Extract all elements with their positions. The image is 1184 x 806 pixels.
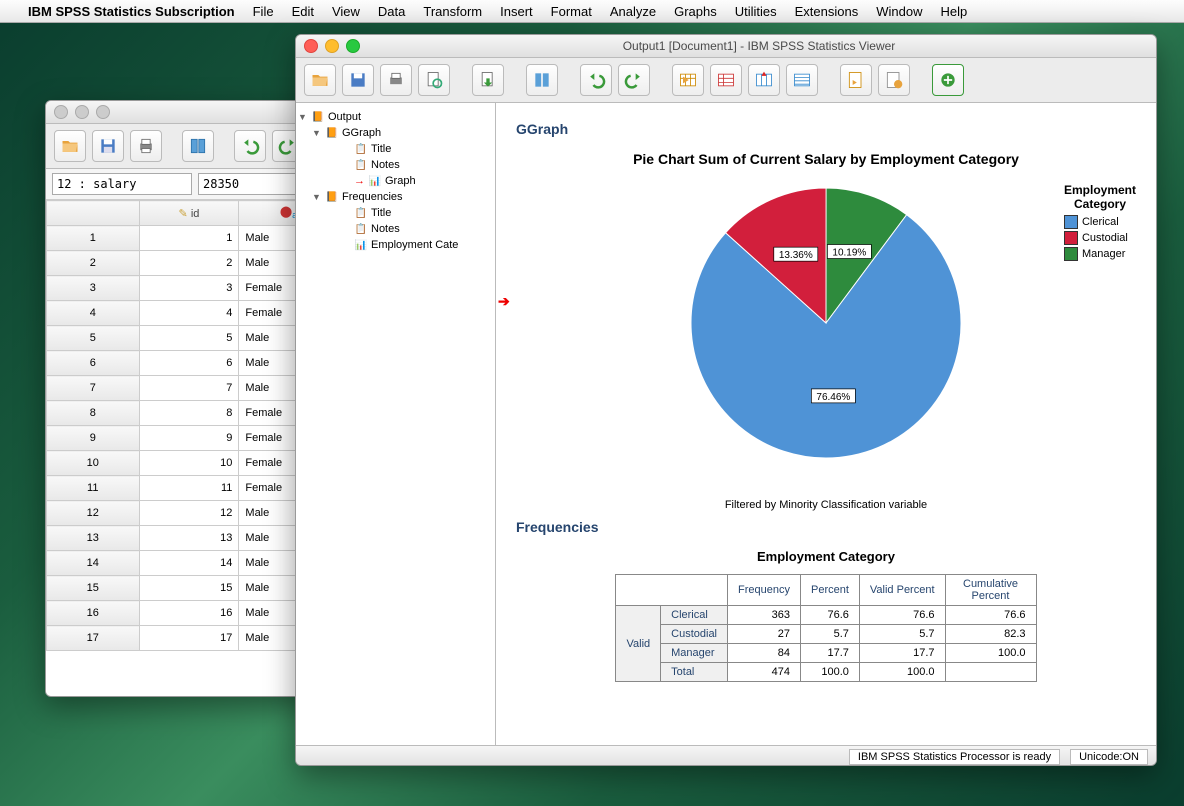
print-preview-button[interactable] [418,64,450,96]
save-button[interactable] [92,130,124,162]
menu-analyze[interactable]: Analyze [610,4,656,19]
export-button[interactable] [472,64,504,96]
table-row[interactable]: ValidClerical36376.676.676.6 [616,606,1036,625]
col-id: ✎ id [139,201,239,226]
arrow-icon: → [354,175,365,187]
menu-insert[interactable]: Insert [500,4,533,19]
legend-title: Employment Category [1064,183,1136,211]
menu-utilities[interactable]: Utilities [735,4,777,19]
goto-case-button[interactable] [710,64,742,96]
close-icon[interactable] [54,105,68,119]
pie-chart[interactable]: 10.19% 76.46% 13.36% Employment Category C… [516,173,1136,493]
menu-graphs[interactable]: Graphs [674,4,717,19]
svg-text:13.36%: 13.36% [779,250,813,261]
chart-legend: Employment Category Clerical Custodial Man… [1064,183,1136,263]
viewer-titlebar[interactable]: Output1 [Document1] - IBM SPSS Statistic… [296,35,1156,58]
current-item-arrow-icon: ➔ [498,293,510,310]
menu-file[interactable]: File [253,4,274,19]
goto-variable-button[interactable] [748,64,780,96]
svg-text:10.19%: 10.19% [832,248,866,259]
zoom-icon[interactable] [346,39,360,53]
menu-extensions[interactable]: Extensions [795,4,859,19]
app-name[interactable]: IBM SPSS Statistics Subscription [28,4,235,19]
output-canvas[interactable]: ➔ GGraph Pie Chart Sum of Current Salary… [496,103,1156,745]
output-icon: 📙 [311,110,325,124]
undo-button[interactable] [580,64,612,96]
book-icon: 📙 [325,126,339,140]
svg-text:76.46%: 76.46% [816,392,850,403]
goto-data-button[interactable] [672,64,704,96]
notes-icon: 📋 [354,158,368,172]
menu-window[interactable]: Window [876,4,922,19]
frequency-table[interactable]: Frequency Percent Valid Percent Cumulati… [615,574,1036,682]
macos-menubar: IBM SPSS Statistics Subscription File Ed… [0,0,1184,23]
notes-icon: 📋 [354,222,368,236]
add-button[interactable] [932,64,964,96]
menu-data[interactable]: Data [378,4,405,19]
viewer-title: Output1 [Document1] - IBM SPSS Statistic… [370,39,1148,53]
chart-icon: 📊 [368,174,382,188]
viewer-toolbar [296,58,1156,103]
table-row-total[interactable]: Total474100.0100.0 [616,663,1036,682]
minimize-icon[interactable] [75,105,89,119]
freq-table-title: Employment Category [516,549,1136,564]
close-icon[interactable] [304,39,318,53]
print-button[interactable] [380,64,412,96]
variables-button[interactable] [786,64,818,96]
dialog-recall-button[interactable] [182,130,214,162]
legend-item: Custodial [1064,231,1136,245]
cell-name-input[interactable] [52,173,192,195]
title-icon: 📋 [354,206,368,220]
print-button[interactable] [130,130,162,162]
chart-title: Pie Chart Sum of Current Salary by Emplo… [516,151,1136,167]
select-last-button[interactable] [840,64,872,96]
section-heading-freq: Frequencies [516,519,1136,535]
dialog-recall-button[interactable] [526,64,558,96]
status-processor: IBM SPSS Statistics Processor is ready [849,749,1060,765]
menu-view[interactable]: View [332,4,360,19]
title-icon: 📋 [354,142,368,156]
undo-button[interactable] [234,130,266,162]
open-button[interactable] [304,64,336,96]
output-viewer-window: Output1 [Document1] - IBM SPSS Statistic… [295,34,1157,766]
book-icon: 📙 [325,190,339,204]
section-heading-graph: GGraph [516,121,1136,137]
designate-window-button[interactable] [878,64,910,96]
menu-edit[interactable]: Edit [292,4,314,19]
menu-transform[interactable]: Transform [423,4,482,19]
redo-button[interactable] [618,64,650,96]
viewer-statusbar: IBM SPSS Statistics Processor is ready U… [296,745,1156,766]
open-button[interactable] [54,130,86,162]
minimize-icon[interactable] [325,39,339,53]
table-row[interactable]: Manager8417.717.7100.0 [616,644,1036,663]
table-row[interactable]: Custodial275.75.782.3 [616,625,1036,644]
status-unicode: Unicode:ON [1070,749,1148,765]
menu-help[interactable]: Help [940,4,967,19]
chart-caption: Filtered by Minority Classification vari… [516,499,1136,511]
menu-format[interactable]: Format [551,4,592,19]
legend-item: Manager [1064,247,1136,261]
output-outline[interactable]: ▼📙Output ▼📙GGraph 📋Title 📋Notes →📊Graph … [296,103,496,745]
table-icon: 📊 [354,238,368,252]
save-button[interactable] [342,64,374,96]
legend-item: Clerical [1064,215,1136,229]
zoom-icon[interactable] [96,105,110,119]
